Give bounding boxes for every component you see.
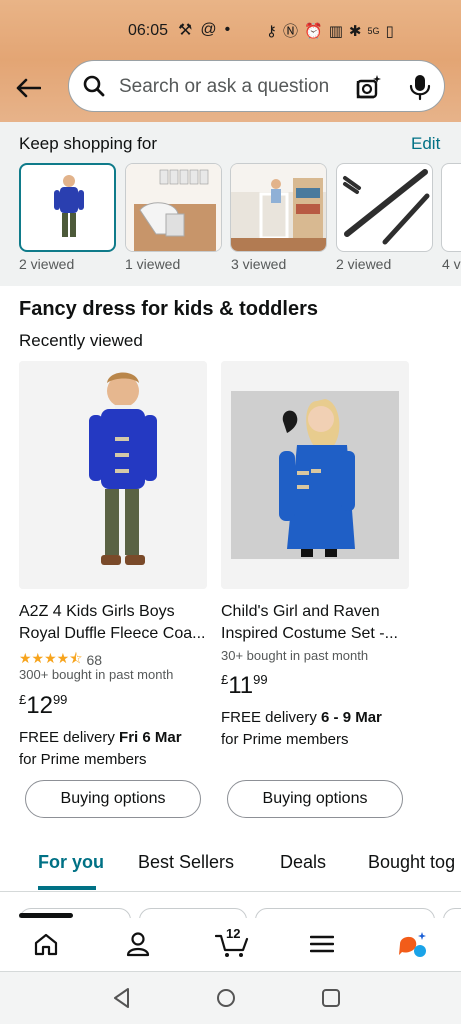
keep-shopping-title: Keep shopping for <box>19 134 157 153</box>
keep-shopping-section: Keep shopping for Edit 2 viewed 1 viewed… <box>0 122 461 286</box>
thumb-caption: 3 viewed <box>231 256 287 272</box>
home-icon[interactable] <box>30 928 62 960</box>
microphone-icon[interactable] <box>408 73 432 101</box>
rating-count: 68 <box>86 652 103 668</box>
system-recents-icon[interactable] <box>319 986 343 1010</box>
at-icon: @ <box>200 21 217 38</box>
network-label: 5G <box>367 25 380 36</box>
vibrate-icon: ▥ <box>328 22 343 40</box>
tab-bought-together[interactable]: Bought tog <box>368 852 455 873</box>
product-title[interactable]: A2Z 4 Kids Girls Boys Royal Duffle Fleec… <box>19 601 209 645</box>
keep-shopping-thumb-strips[interactable] <box>336 163 433 252</box>
notification-icon: ⚒ <box>178 22 193 39</box>
menu-icon[interactable] <box>306 928 338 960</box>
cart-count: 12 <box>226 926 241 941</box>
dot-icon: • <box>224 21 231 38</box>
back-arrow-icon[interactable] <box>12 74 44 102</box>
search-header: Search or ask a question <box>0 60 461 122</box>
filter-chip[interactable] <box>443 908 461 918</box>
product-image-raven-costume[interactable] <box>221 361 409 589</box>
delivery-info: FREE delivery Fri 6 Mar for Prime member… <box>19 729 182 768</box>
thumb-caption: 2 viewed <box>336 256 392 272</box>
tab-best-sellers[interactable]: Best Sellers <box>138 852 234 873</box>
thumb-caption: 1 viewed <box>125 256 181 272</box>
section-title: Fancy dress for kids & toddlers <box>19 298 318 320</box>
search-icon <box>83 75 105 97</box>
bluetooth-icon: ✱ <box>348 22 362 40</box>
status-time: 06:05 <box>128 22 169 39</box>
search-input[interactable]: Search or ask a question <box>68 60 445 112</box>
key-icon: ⚷ <box>266 22 277 40</box>
buying-options-button[interactable]: Buying options <box>227 780 403 818</box>
tab-for-you[interactable]: For you <box>38 852 104 873</box>
product-price: £1299 <box>19 692 68 719</box>
battery-icon: ▯ <box>385 22 394 40</box>
active-tab-indicator <box>38 886 96 890</box>
buying-options-button[interactable]: Buying options <box>25 780 201 818</box>
keep-shopping-thumb-locks[interactable] <box>125 163 222 252</box>
thumb-caption: 2 viewed <box>19 256 75 272</box>
product-price: £1199 <box>221 672 268 699</box>
search-placeholder: Search or ask a question <box>119 76 330 97</box>
alarm-icon: ⏰ <box>304 22 323 40</box>
feed-tabs: For you Best Sellers Deals Bought tog <box>0 840 461 892</box>
camera-lens-icon[interactable] <box>354 73 382 101</box>
tab-deals[interactable]: Deals <box>280 852 326 873</box>
system-home-icon[interactable] <box>214 986 238 1010</box>
section-subtitle: Recently viewed <box>19 331 143 350</box>
bought-count: 30+ bought in past month <box>221 648 369 663</box>
delivery-info: FREE delivery 6 - 9 Mar for Prime member… <box>221 709 382 748</box>
filter-chip[interactable] <box>255 908 435 918</box>
edit-link[interactable]: Edit <box>411 134 440 154</box>
keep-shopping-thumb-coat[interactable] <box>19 163 116 252</box>
status-bar: 06:05 ⚒ @ • ⚷ Ⓝ ⏰ ▥ ✱ 5G ▯ <box>0 0 461 60</box>
product-title[interactable]: Child's Girl and Raven Inspired Costume … <box>221 601 411 645</box>
product-image-duffle-coat[interactable] <box>19 361 207 589</box>
account-icon[interactable] <box>122 928 154 960</box>
keep-shopping-thumb-tower[interactable] <box>230 163 327 252</box>
bought-count: 300+ bought in past month <box>19 667 174 682</box>
nfc-icon: Ⓝ <box>283 23 299 40</box>
thumb-caption: 4 v <box>442 256 461 272</box>
system-navigation <box>0 972 461 1024</box>
system-back-icon[interactable] <box>110 986 134 1010</box>
rufus-icon[interactable] <box>396 928 428 960</box>
bottom-navigation: 12 <box>0 918 461 972</box>
filter-chip[interactable] <box>139 908 247 918</box>
keep-shopping-thumb-partial[interactable] <box>441 163 461 252</box>
